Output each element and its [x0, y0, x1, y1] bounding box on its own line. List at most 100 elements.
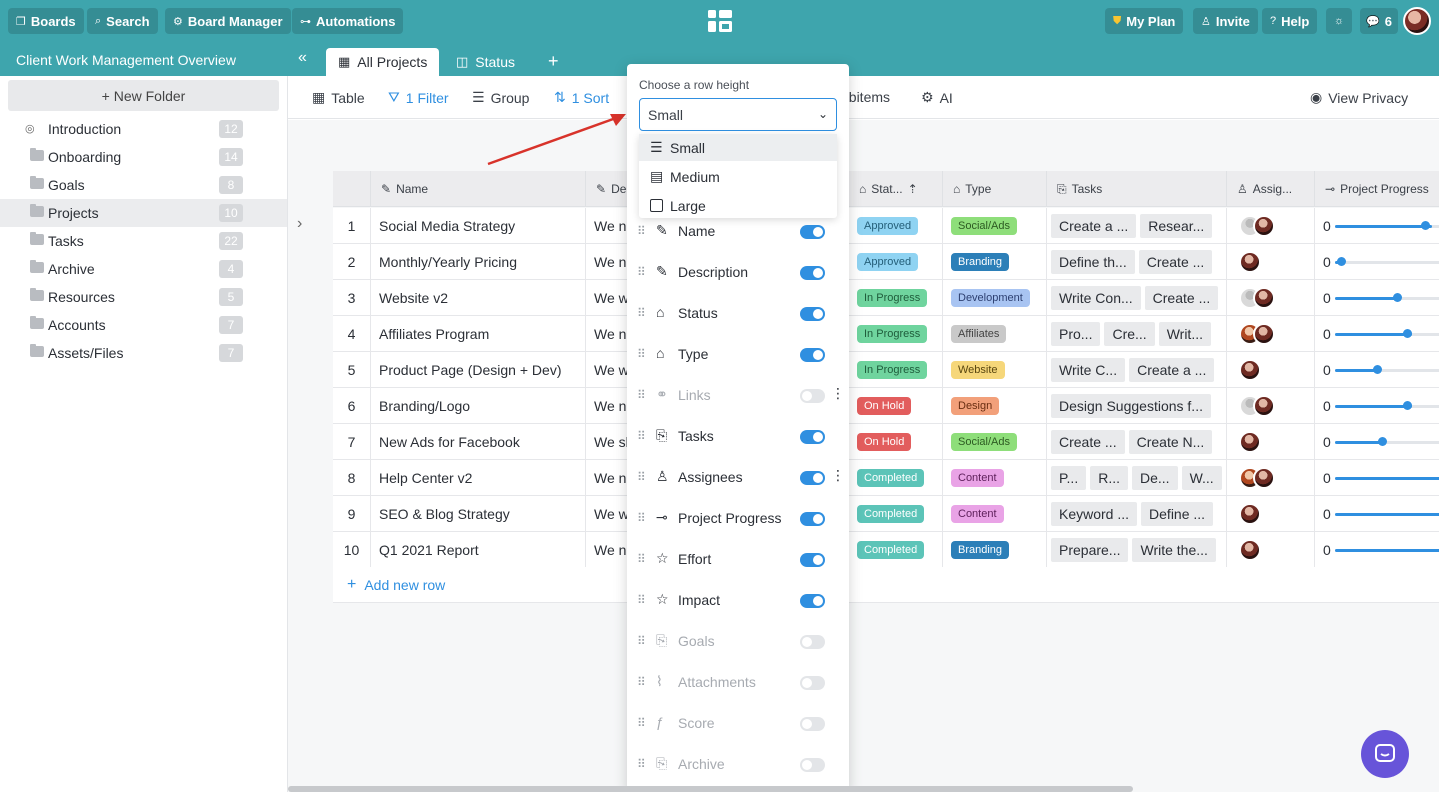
- progress-cell[interactable]: 0: [1315, 280, 1439, 316]
- type-cell[interactable]: Affiliates: [943, 316, 1047, 352]
- type-cell[interactable]: Content: [943, 496, 1047, 532]
- row-name[interactable]: Product Page (Design + Dev): [371, 352, 586, 388]
- drag-handle-icon[interactable]: ⠿: [637, 716, 646, 730]
- assignees-cell[interactable]: [1227, 316, 1315, 352]
- status-cell[interactable]: Completed: [849, 460, 943, 496]
- field-item-goals[interactable]: ⠿ ⎘ Goals: [627, 622, 849, 663]
- task-chip[interactable]: Write C...: [1051, 358, 1126, 382]
- sidebar-item-projects[interactable]: Projects 10: [0, 199, 287, 227]
- type-cell[interactable]: Social/Ads: [943, 424, 1047, 460]
- field-item-status[interactable]: ⠿ ⌂ Status: [627, 294, 849, 335]
- task-chip[interactable]: Create ...: [1051, 430, 1125, 454]
- task-chip[interactable]: Write Con...: [1051, 286, 1141, 310]
- type-cell[interactable]: Branding: [943, 532, 1047, 568]
- sidebar-item-tasks[interactable]: Tasks 22: [0, 227, 287, 255]
- drag-handle-icon[interactable]: ⠿: [637, 634, 646, 648]
- drag-handle-icon[interactable]: ⠿: [637, 306, 646, 320]
- group-button[interactable]: ☰ Group: [472, 89, 529, 106]
- type-cell[interactable]: Branding: [943, 244, 1047, 280]
- chat-launcher-button[interactable]: [1361, 730, 1409, 778]
- field-visibility-toggle[interactable]: [800, 471, 825, 485]
- table-view-button[interactable]: ▦ Table: [312, 89, 365, 106]
- search-button[interactable]: ⌕ Search: [87, 8, 158, 34]
- sidebar-item-assets-files[interactable]: Assets/Files 7: [0, 339, 287, 367]
- task-chip[interactable]: Prepare...: [1051, 538, 1129, 562]
- status-cell[interactable]: On Hold: [849, 424, 943, 460]
- column-header-project-progress[interactable]: ⊸ Project Progress: [1315, 171, 1439, 207]
- task-chip[interactable]: Writ...: [1158, 322, 1211, 346]
- tasks-cell[interactable]: Prepare... Write the...: [1047, 532, 1227, 568]
- assignees-cell[interactable]: [1227, 532, 1315, 568]
- avatar[interactable]: [1253, 287, 1275, 309]
- progress-cell[interactable]: 0: [1315, 532, 1439, 568]
- expand-row-icon[interactable]: ›: [297, 215, 302, 233]
- column-header-type[interactable]: ⌂ Type: [943, 171, 1047, 207]
- row-name[interactable]: Branding/Logo: [371, 388, 586, 424]
- field-visibility-toggle[interactable]: [800, 635, 825, 649]
- tasks-cell[interactable]: Create a ... Resear...: [1047, 208, 1227, 244]
- drag-handle-icon[interactable]: ⠿: [637, 265, 646, 279]
- collapse-sidebar-icon[interactable]: «: [298, 49, 307, 67]
- table-row[interactable]: 8 Help Center v2 We n Completed Content …: [333, 460, 1439, 496]
- status-cell[interactable]: On Hold: [849, 388, 943, 424]
- task-chip[interactable]: R...: [1090, 466, 1128, 490]
- tab-status[interactable]: ◫ Status: [444, 48, 527, 76]
- task-chip[interactable]: Create ...: [1138, 250, 1213, 274]
- field-visibility-toggle[interactable]: [800, 512, 825, 526]
- sidebar-item-onboarding[interactable]: Onboarding 14: [0, 143, 287, 171]
- boards-button[interactable]: ❐ Boards: [8, 8, 84, 34]
- column-header-assignees[interactable]: ♙ Assig...: [1227, 171, 1315, 207]
- progress-cell[interactable]: 0: [1315, 208, 1439, 244]
- progress-cell[interactable]: 0: [1315, 388, 1439, 424]
- tasks-cell[interactable]: Design Suggestions f...: [1047, 388, 1227, 424]
- table-row[interactable]: 3 Website v2 We w In Progress Developmen…: [333, 280, 1439, 316]
- field-item-attachments[interactable]: ⠿ ⌇ Attachments: [627, 663, 849, 704]
- row-height-option-medium[interactable]: ▤ Medium: [639, 163, 837, 190]
- field-item-name[interactable]: ⠿ ✎ Name: [627, 212, 849, 253]
- assignees-cell[interactable]: [1227, 496, 1315, 532]
- tasks-cell[interactable]: Write Con... Create ...: [1047, 280, 1227, 316]
- field-item-description[interactable]: ⠿ ✎ Description: [627, 253, 849, 294]
- row-name[interactable]: SEO & Blog Strategy: [371, 496, 586, 532]
- table-row[interactable]: 4 Affiliates Program We n In Progress Af…: [333, 316, 1439, 352]
- tasks-cell[interactable]: Pro... Cre... Writ...: [1047, 316, 1227, 352]
- assignees-cell[interactable]: [1227, 244, 1315, 280]
- horizontal-scrollbar[interactable]: [288, 786, 1133, 792]
- field-item-impact[interactable]: ⠿ ☆ Impact: [627, 581, 849, 622]
- status-cell[interactable]: In Progress: [849, 316, 943, 352]
- ai-button[interactable]: ⚙ AI: [921, 89, 953, 106]
- progress-cell[interactable]: 0: [1315, 316, 1439, 352]
- progress-handle[interactable]: [1373, 365, 1382, 374]
- table-row[interactable]: 2 Monthly/Yearly Pricing We n Approved B…: [333, 244, 1439, 280]
- table-row[interactable]: 5 Product Page (Design + Dev) We w In Pr…: [333, 352, 1439, 388]
- help-button[interactable]: ? Help: [1262, 8, 1318, 34]
- field-visibility-toggle[interactable]: [800, 553, 825, 567]
- task-chip[interactable]: Define ...: [1141, 502, 1214, 526]
- row-name[interactable]: Social Media Strategy: [371, 208, 586, 244]
- task-chip[interactable]: Resear...: [1140, 214, 1213, 238]
- field-visibility-toggle[interactable]: [800, 389, 825, 403]
- task-chip[interactable]: Cre...: [1104, 322, 1155, 346]
- avatar[interactable]: [1253, 323, 1275, 345]
- table-row[interactable]: 7 New Ads for Facebook We sl On Hold Soc…: [333, 424, 1439, 460]
- assignees-cell[interactable]: [1227, 208, 1315, 244]
- field-visibility-toggle[interactable]: [800, 430, 825, 444]
- progress-cell[interactable]: 0: [1315, 352, 1439, 388]
- invite-button[interactable]: ♙ Invite: [1193, 8, 1258, 34]
- field-item-assignees[interactable]: ⠿ ♙ Assignees ⋮: [627, 458, 849, 499]
- filter-button[interactable]: ⛛ 1 Filter: [388, 89, 449, 106]
- progress-handle[interactable]: [1421, 221, 1430, 230]
- avatar[interactable]: [1239, 431, 1261, 453]
- progress-cell[interactable]: 0: [1315, 424, 1439, 460]
- drag-handle-icon[interactable]: ⠿: [637, 429, 646, 443]
- drag-handle-icon[interactable]: ⠿: [637, 552, 646, 566]
- field-visibility-toggle[interactable]: [800, 676, 825, 690]
- field-item-tasks[interactable]: ⠿ ⎘ Tasks: [627, 417, 849, 458]
- avatar[interactable]: [1253, 467, 1275, 489]
- app-logo-icon[interactable]: [706, 8, 734, 34]
- field-visibility-toggle[interactable]: [800, 225, 825, 239]
- field-visibility-toggle[interactable]: [800, 594, 825, 608]
- type-cell[interactable]: Social/Ads: [943, 208, 1047, 244]
- drag-handle-icon[interactable]: ⠿: [637, 388, 646, 402]
- status-cell[interactable]: Completed: [849, 532, 943, 568]
